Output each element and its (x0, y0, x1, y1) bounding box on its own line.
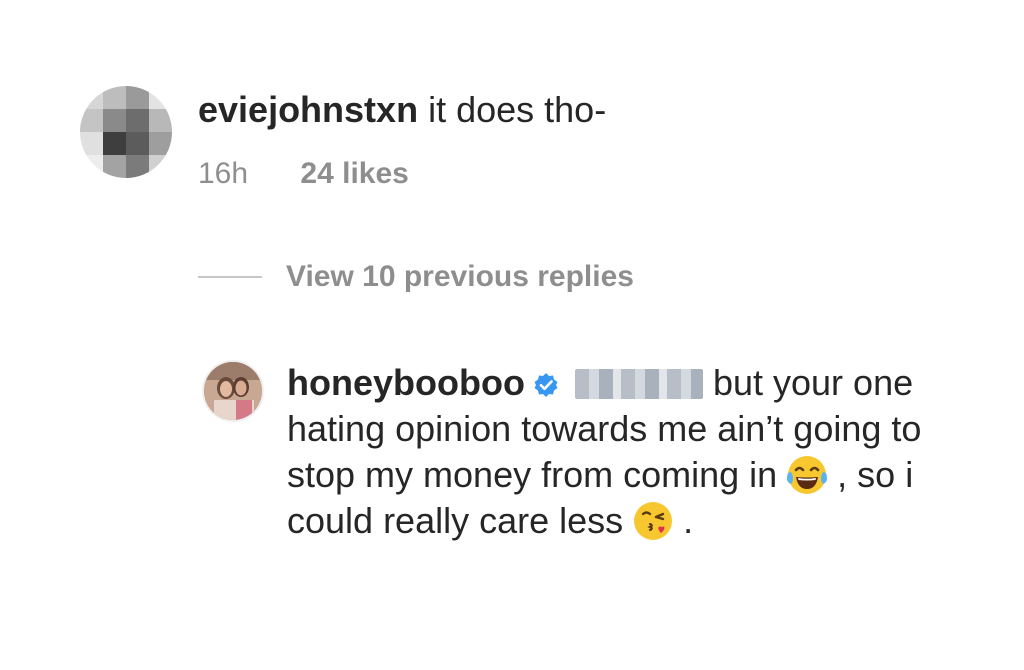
reply-body-part-3: . (683, 500, 694, 541)
reply-comment: honeybooboo but your one hating opinion t… (287, 360, 977, 544)
face-with-tears-of-joy-icon (785, 453, 829, 497)
face-blowing-a-kiss-icon (631, 499, 675, 543)
mention-redacted (574, 369, 703, 399)
comment-username[interactable]: eviejohnstxn (198, 89, 418, 130)
view-previous-replies-button[interactable]: View 10 previous replies (286, 258, 634, 296)
comments-section: eviejohnstxn it does tho- 16h 24 likes V… (0, 0, 1024, 670)
replies-divider-line (198, 276, 262, 278)
verified-badge-icon (533, 363, 559, 397)
view-replies-row[interactable]: View 10 previous replies (198, 258, 634, 296)
comment-likes-link[interactable]: 24 likes (300, 157, 408, 190)
avatar[interactable] (80, 86, 172, 178)
avatar-photo-image (204, 362, 262, 420)
comment-body: it does tho- (428, 89, 607, 130)
comment-meta: 16h 24 likes (198, 155, 409, 193)
comment-timestamp: 16h (198, 157, 249, 190)
comment-text: eviejohnstxn it does tho- (198, 88, 606, 132)
reply-username[interactable]: honeybooboo (287, 362, 525, 403)
avatar[interactable] (204, 362, 262, 420)
